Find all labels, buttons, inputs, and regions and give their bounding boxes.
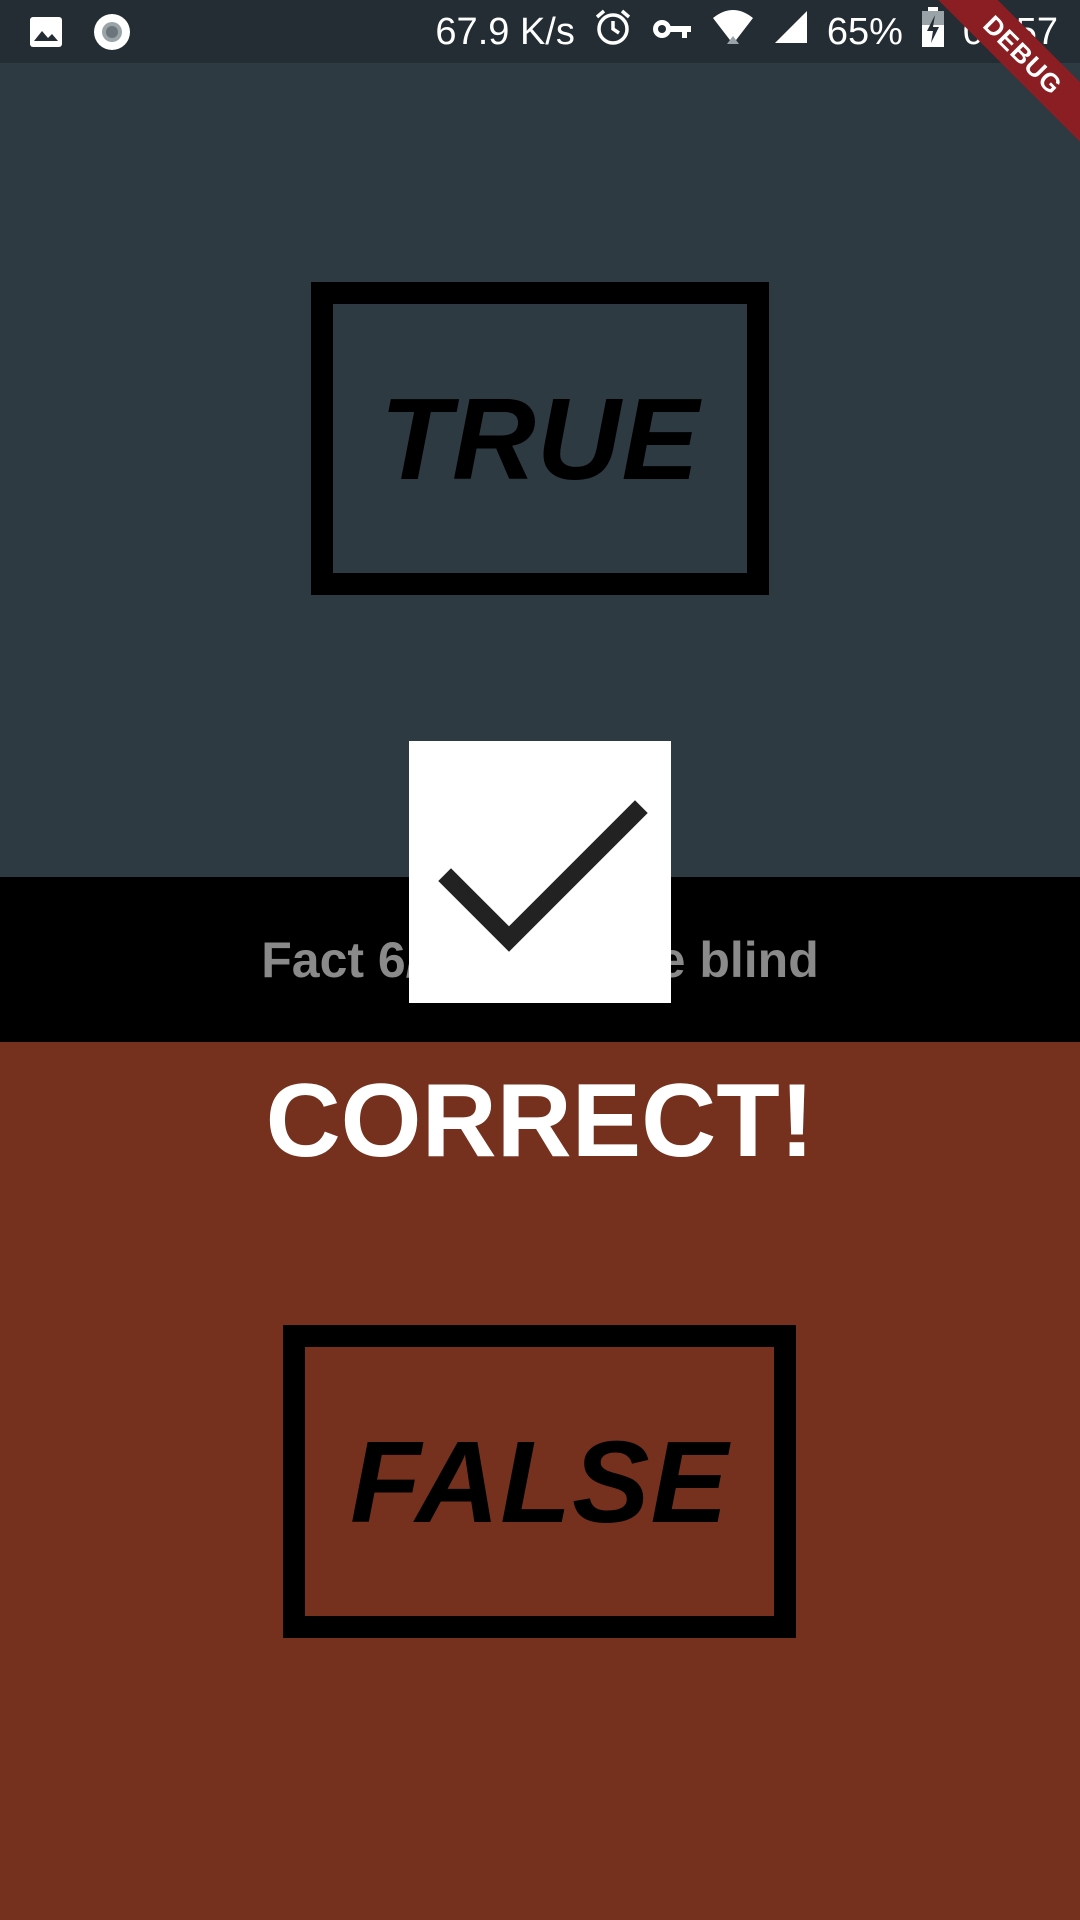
fact-text-head: Fact 6/ [261, 931, 420, 988]
false-label: FALSE [350, 1416, 729, 1547]
record-icon [92, 12, 132, 62]
true-button[interactable]: TRUE [311, 282, 769, 595]
fact-text-tail: e blind [657, 931, 819, 988]
cell-signal-icon [773, 9, 809, 55]
battery-charging-icon [921, 7, 945, 57]
image-icon [28, 14, 64, 60]
battery-percent: 65% [826, 11, 903, 53]
status-bar-notifications [28, 12, 132, 62]
alarm-icon [593, 7, 633, 57]
result-card [409, 741, 671, 1003]
checkmark-icon [438, 800, 648, 952]
false-button[interactable]: FALSE [283, 1325, 796, 1638]
network-speed: 67.9 K/s [435, 11, 575, 53]
status-bar: 67.9 K/s 65% [0, 0, 1080, 63]
wifi-icon [711, 8, 755, 56]
quiz-screen: 67.9 K/s 65% DEBUG TRUE Fact 6/ e blind … [0, 0, 1080, 1920]
true-label: TRUE [380, 373, 700, 504]
vpn-key-icon [651, 10, 693, 54]
result-text: CORRECT! [265, 1063, 815, 1179]
